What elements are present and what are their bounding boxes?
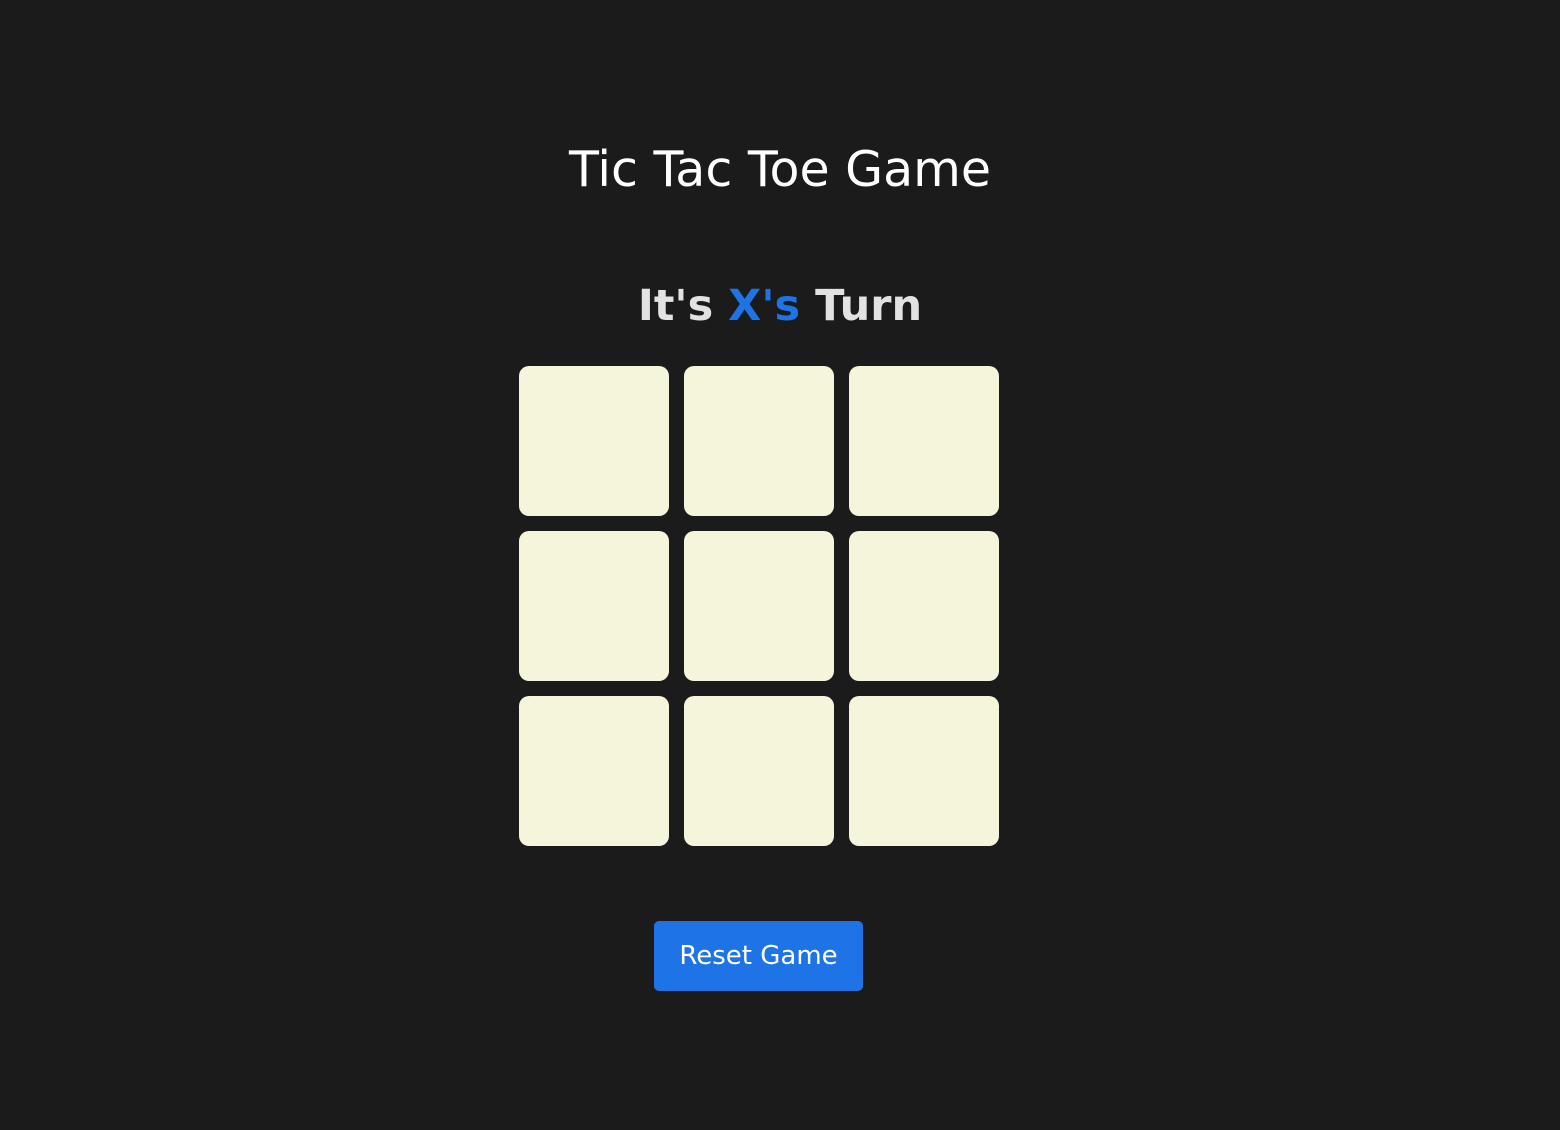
board-cell-2[interactable] bbox=[684, 366, 834, 516]
board-cell-3[interactable] bbox=[849, 366, 999, 516]
game-board bbox=[519, 366, 999, 846]
turn-prefix: It's bbox=[637, 281, 729, 331]
board-cell-8[interactable] bbox=[684, 696, 834, 846]
turn-suffix: Turn bbox=[800, 281, 923, 331]
board-cell-9[interactable] bbox=[849, 696, 999, 846]
turn-indicator: It's X's Turn bbox=[0, 280, 1560, 332]
board-cell-6[interactable] bbox=[849, 531, 999, 681]
current-player: X's bbox=[728, 281, 801, 331]
board-cell-4[interactable] bbox=[519, 531, 669, 681]
page-title: Tic Tac Toe Game bbox=[568, 141, 992, 198]
reset-game-button[interactable]: Reset Game bbox=[654, 921, 863, 991]
board-cell-1[interactable] bbox=[519, 366, 669, 516]
board-cell-7[interactable] bbox=[519, 696, 669, 846]
board-cell-5[interactable] bbox=[684, 531, 834, 681]
